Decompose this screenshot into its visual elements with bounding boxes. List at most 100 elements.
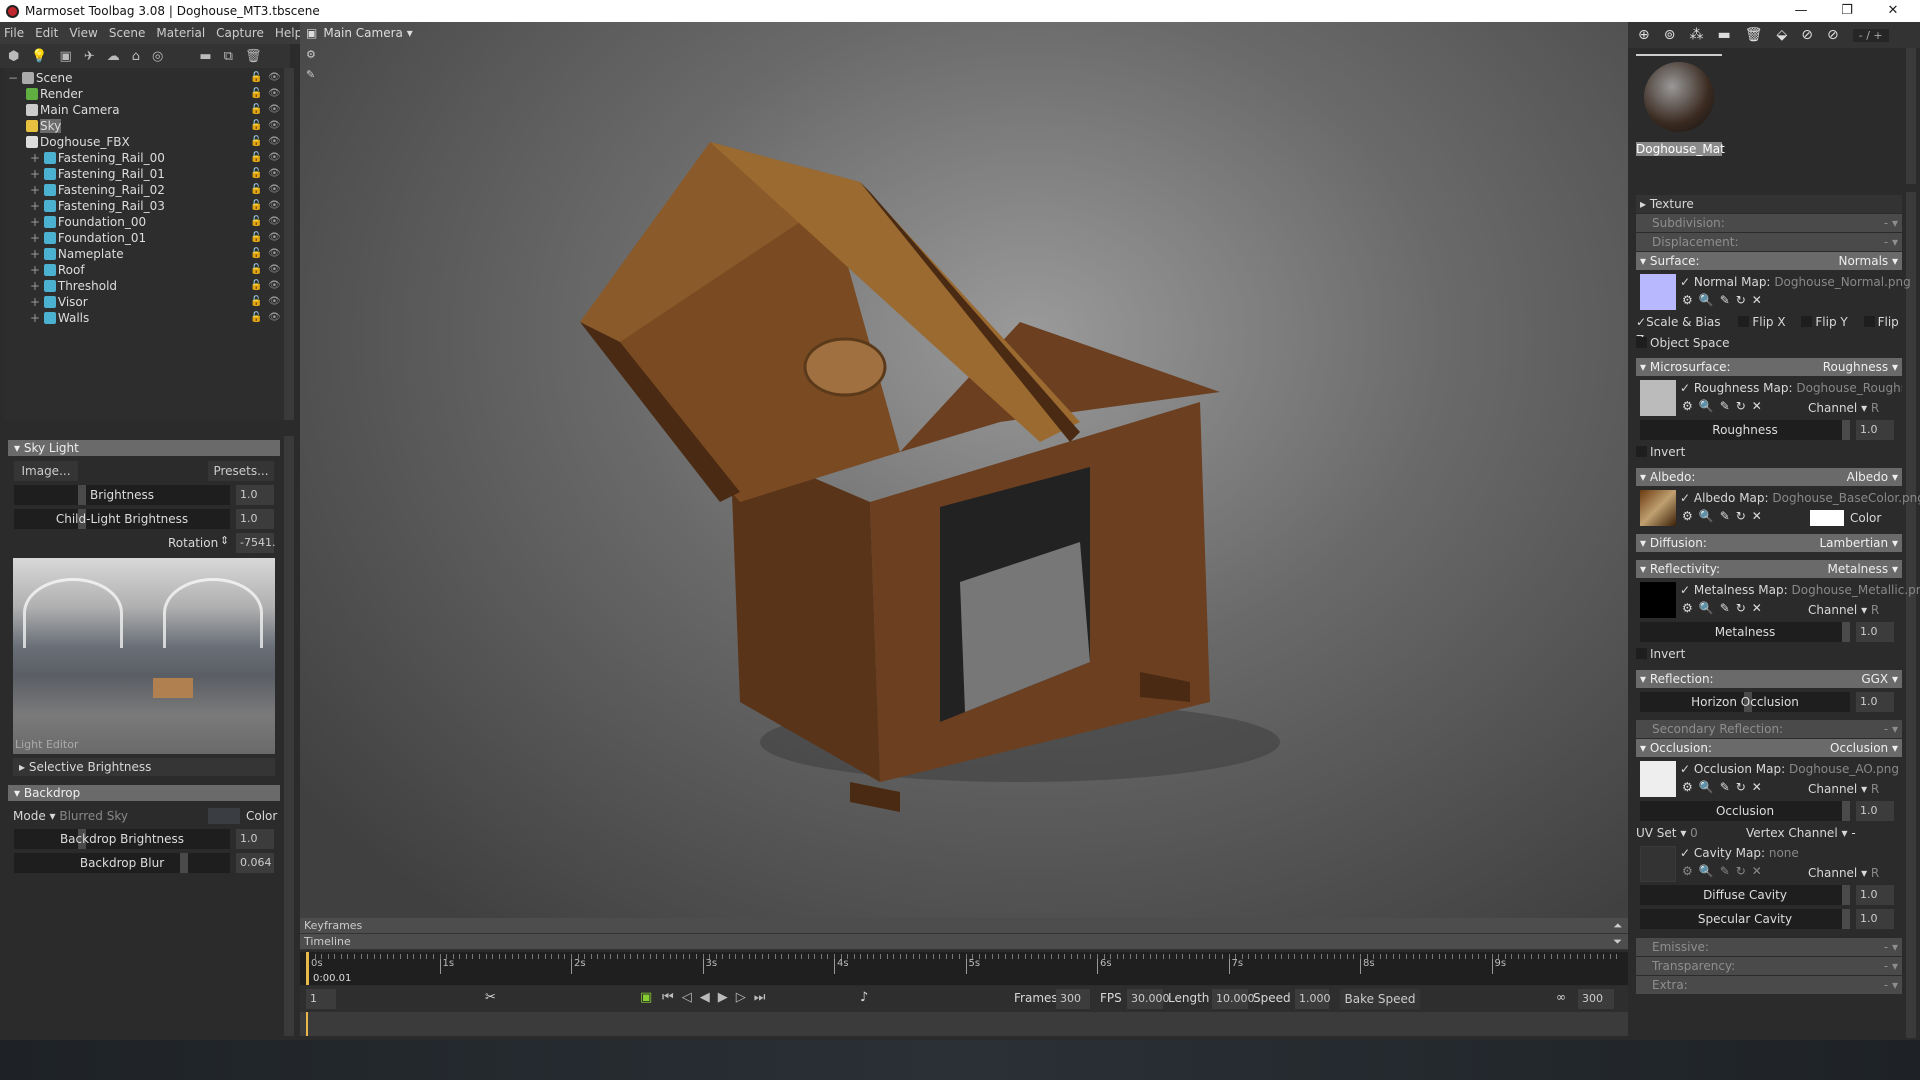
material-thumbnail[interactable]: Doghouse_Mat xyxy=(1636,54,1725,158)
delete-icon[interactable]: 🗑 xyxy=(245,49,262,64)
viewport-pen-icon[interactable]: ✎ xyxy=(306,68,315,81)
cavity-map-tools[interactable]: ⚙🔍✎↻✕ xyxy=(1682,864,1768,878)
roughness-slider[interactable]: Roughness xyxy=(1640,420,1850,440)
camera-dropdown[interactable]: Main Camera ▾ xyxy=(323,26,412,40)
duplicate-material-icon[interactable]: ⊚ xyxy=(1664,27,1676,43)
roughness-input[interactable]: 1.0 xyxy=(1856,420,1894,440)
visibility-eye-icon[interactable]: 👁 xyxy=(268,198,281,214)
specular-cavity-slider[interactable]: Specular Cavity xyxy=(1640,909,1850,929)
end-frame-input[interactable]: 300 xyxy=(1578,989,1614,1009)
visibility-eye-icon[interactable]: 👁 xyxy=(268,182,281,198)
menu-view[interactable]: View xyxy=(69,26,97,40)
horizon-occlusion-slider[interactable]: Horizon Occlusion xyxy=(1640,692,1850,712)
rotation-input[interactable]: -7541. xyxy=(236,533,275,553)
open-folder-icon[interactable]: ▬ xyxy=(199,49,211,64)
scene-tree-item[interactable]: + Fastening_Rail_02 🔓 👁 xyxy=(4,182,286,198)
bake-speed-button[interactable]: Bake Speed xyxy=(1340,989,1420,1009)
albedo-map-tools[interactable]: ⚙🔍✎↻✕ xyxy=(1682,509,1768,523)
menu-scene[interactable]: Scene xyxy=(109,26,146,40)
scene-tree-item[interactable]: + Foundation_01 🔓 👁 xyxy=(4,230,286,246)
material-checker-icon[interactable]: ⁂ xyxy=(1689,27,1703,43)
import-material-icon[interactable]: ⊘ xyxy=(1801,27,1813,43)
delete-material-icon[interactable]: 🗑 xyxy=(1745,27,1763,43)
lock-icon[interactable]: 🔓 xyxy=(250,278,262,294)
emissive-section[interactable]: Emissive: - ▾ xyxy=(1636,938,1902,956)
child-light-brightness-slider[interactable]: Child-Light Brightness xyxy=(14,509,230,529)
add-camera-icon[interactable]: ▣ xyxy=(60,49,72,64)
scene-tree-item[interactable]: + Foundation_00 🔓 👁 xyxy=(4,214,286,230)
sky-image-button[interactable]: Image... xyxy=(14,461,78,481)
visibility-eye-icon[interactable]: 👁 xyxy=(268,214,281,230)
metalness-map-row[interactable]: ✓ Metalness Map: Doghouse_Metallic.png xyxy=(1680,581,1920,599)
roughness-map-row[interactable]: ✓ Roughness Map: Doghouse_Roughness.png xyxy=(1680,379,1902,397)
menu-material[interactable]: Material xyxy=(156,26,205,40)
diffuse-cavity-slider[interactable]: Diffuse Cavity xyxy=(1640,885,1850,905)
selective-brightness-toggle[interactable]: ▸ Selective Brightness xyxy=(13,758,275,776)
backdrop-brightness-input[interactable]: 1.0 xyxy=(236,829,274,849)
duplicate-icon[interactable]: ⧉ xyxy=(224,49,233,64)
child-light-brightness-input[interactable]: 1.0 xyxy=(236,509,274,529)
texture-section[interactable]: ▸ Texture xyxy=(1636,195,1902,213)
add-sphere-icon[interactable]: ◎ xyxy=(152,49,163,64)
scene-tree-item[interactable]: Render 🔓 👁 xyxy=(4,86,286,102)
brightness-slider[interactable]: Brightness xyxy=(14,485,230,505)
length-input[interactable]: 10.000 xyxy=(1212,989,1255,1009)
flip-x-checkbox[interactable]: Flip X xyxy=(1738,315,1786,329)
playhead[interactable] xyxy=(306,952,309,985)
albedo-color-swatch[interactable] xyxy=(1810,510,1844,526)
visibility-eye-icon[interactable]: 👁 xyxy=(268,70,281,86)
lock-icon[interactable]: 🔓 xyxy=(250,198,262,214)
reflectivity-section[interactable]: ▾ Reflectivity: Metalness ▾ xyxy=(1636,560,1902,578)
roughness-channel-dropdown[interactable]: Channel ▾ R xyxy=(1808,399,1888,417)
speed-input[interactable]: 1.000 xyxy=(1295,989,1331,1009)
occlusion-map-tools[interactable]: ⚙🔍✎↻✕ xyxy=(1682,780,1768,794)
metalness-channel-dropdown[interactable]: Channel ▾ R xyxy=(1808,601,1888,619)
material-folder-icon[interactable]: ▬ xyxy=(1717,27,1730,43)
occlusion-input[interactable]: 1.0 xyxy=(1856,801,1894,821)
add-mesh-icon[interactable]: ⬢ xyxy=(8,49,19,64)
scene-tree-item[interactable]: + Walls 🔓 👁 xyxy=(4,310,286,326)
backdrop-color-swatch[interactable] xyxy=(208,808,240,824)
albedo-map-row[interactable]: ✓ Albedo Map: Doghouse_BaseColor.png xyxy=(1680,489,1920,507)
lock-icon[interactable]: 🔓 xyxy=(250,70,262,86)
new-material-icon[interactable]: ⊕ xyxy=(1638,27,1650,43)
visibility-eye-icon[interactable]: 👁 xyxy=(268,262,281,278)
scene-tree-item[interactable]: − Scene 🔓 👁 xyxy=(4,70,286,86)
occlusion-map-row[interactable]: ✓ Occlusion Map: Doghouse_AO.png xyxy=(1680,760,1920,778)
albedo-section[interactable]: ▾ Albedo: Albedo ▾ xyxy=(1636,468,1902,486)
normal-map-tools[interactable]: ⚙🔍✎↻✕ xyxy=(1682,293,1768,307)
displacement-section[interactable]: Displacement: - ▾ xyxy=(1636,233,1902,251)
scene-tree-item[interactable]: + Fastening_Rail_03 🔓 👁 xyxy=(4,198,286,214)
audio-icon[interactable]: ♪ xyxy=(860,990,868,1005)
scissors-icon[interactable]: ✂ xyxy=(485,990,496,1005)
menu-help[interactable]: Help xyxy=(275,26,302,40)
diffusion-section[interactable]: ▾ Diffusion: Lambertian ▾ xyxy=(1636,534,1902,552)
scene-tree-item[interactable]: Sky 🔓 👁 xyxy=(4,118,286,134)
backdrop-header[interactable]: ▾ Backdrop xyxy=(8,785,280,801)
loop-icon[interactable]: ▣ xyxy=(640,990,652,1005)
lock-icon[interactable]: 🔓 xyxy=(250,214,262,230)
roughness-map-thumbnail[interactable] xyxy=(1640,380,1676,416)
3d-viewport[interactable] xyxy=(300,22,1628,918)
add-turntable-icon[interactable]: ✈ xyxy=(84,49,95,64)
frames-input[interactable]: 300 xyxy=(1056,989,1090,1009)
visibility-eye-icon[interactable]: 👁 xyxy=(268,134,281,150)
roughness-map-tools[interactable]: ⚙🔍✎↻✕ xyxy=(1682,399,1768,413)
timeline-ruler[interactable]: 0s 1s 2s 3s 4s 5s 6s 7s 8s 9s xyxy=(300,952,1628,985)
visibility-eye-icon[interactable]: 👁 xyxy=(268,150,281,166)
lock-icon[interactable]: 🔓 xyxy=(250,166,262,182)
sky-presets-button[interactable]: Presets... xyxy=(208,461,274,481)
surface-section[interactable]: ▾ Surface: Normals ▾ xyxy=(1636,252,1902,270)
metalness-invert-checkbox[interactable]: Invert xyxy=(1636,645,1902,663)
visibility-eye-icon[interactable]: 👁 xyxy=(268,118,281,134)
lock-icon[interactable]: 🔓 xyxy=(250,150,262,166)
lock-icon[interactable]: 🔓 xyxy=(250,118,262,134)
albedo-map-thumbnail[interactable] xyxy=(1640,490,1676,526)
visibility-eye-icon[interactable]: 👁 xyxy=(268,294,281,310)
viewport-settings-icon[interactable]: ⚙ xyxy=(306,48,316,61)
vertex-channel-dropdown[interactable]: Vertex Channel ▾ - xyxy=(1746,824,1866,842)
backdrop-brightness-slider[interactable]: Backdrop Brightness xyxy=(14,829,230,849)
material-list-scrollbar[interactable] xyxy=(1906,48,1916,184)
subdivision-section[interactable]: Subdivision: - ▾ xyxy=(1636,214,1902,232)
material-page-counter[interactable]: - / + xyxy=(1852,28,1889,42)
